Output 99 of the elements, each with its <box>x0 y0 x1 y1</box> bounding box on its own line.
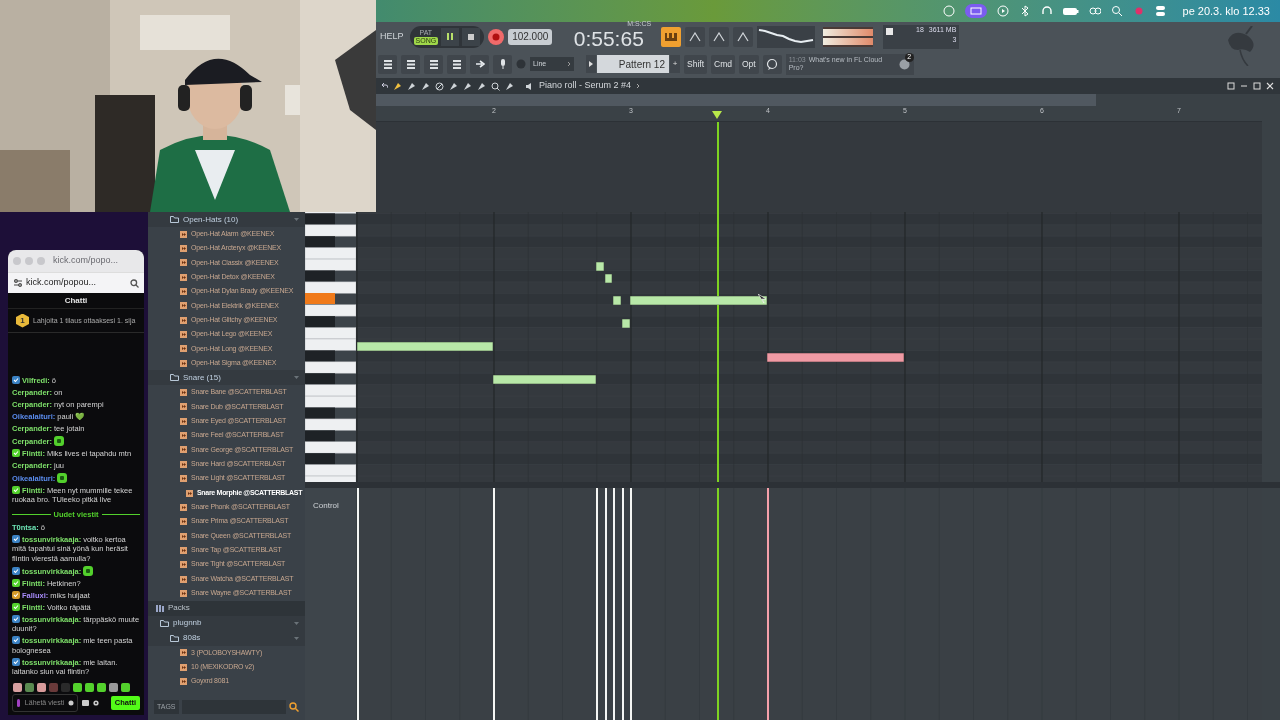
arrow-right-button[interactable] <box>470 54 489 74</box>
keyboard-icon <box>665 32 678 41</box>
maximize-icon[interactable] <box>1253 82 1261 90</box>
no-entry-icon[interactable] <box>435 81 444 91</box>
arrow-right-icon <box>474 59 485 69</box>
add-pattern-button[interactable]: + <box>670 55 680 73</box>
audio-file-icon <box>180 302 187 310</box>
oscilloscope-drawing <box>757 25 816 48</box>
tempo-field[interactable]: 102.000 <box>508 28 553 45</box>
chat-header: Chatti <box>64 294 88 307</box>
stop-button[interactable] <box>462 27 481 46</box>
timer-icon[interactable] <box>68 700 74 706</box>
audio-file-icon <box>180 503 187 511</box>
folder-row[interactable]: Snare (15) <box>148 370 305 386</box>
folder-icon <box>170 374 179 382</box>
pencil-icon[interactable] <box>393 81 402 91</box>
audio-file-icon <box>180 546 187 554</box>
chevron-right-icon <box>567 61 571 67</box>
headphones-icon[interactable] <box>1040 5 1053 17</box>
play-icon <box>589 61 593 67</box>
audio-file-icon <box>180 575 187 583</box>
audio-file-icon <box>180 359 187 367</box>
audio-file-icon <box>180 663 187 671</box>
typing-keyboard-button[interactable] <box>661 26 682 47</box>
cpu-indicator <box>886 27 894 35</box>
audio-file-icon <box>180 259 187 267</box>
close-icon[interactable] <box>1266 82 1274 90</box>
pattern-menu-button[interactable] <box>586 55 596 73</box>
folder-icon <box>170 216 179 223</box>
help-menu[interactable]: HELP <box>378 29 406 44</box>
microphone-icon <box>16 699 21 707</box>
search-icon[interactable] <box>130 278 139 288</box>
audio-file-icon <box>180 331 187 339</box>
playlist-icon <box>382 59 393 69</box>
audio-file-icon <box>180 417 187 425</box>
pause-icon <box>447 33 454 40</box>
play-icon[interactable] <box>996 5 1009 17</box>
rank-badge: 1 <box>16 313 29 328</box>
audio-file-icon <box>180 561 187 569</box>
audio-file-icon <box>180 432 187 440</box>
timeline-scrollbar[interactable] <box>376 94 1096 106</box>
pattern-selector[interactable]: Pattern 12 <box>597 55 669 73</box>
microphone-button[interactable] <box>493 54 512 74</box>
audio-file-icon <box>180 403 187 411</box>
volume-meter-drawing <box>823 26 874 47</box>
channel-rack-button[interactable] <box>401 54 420 74</box>
folder-row[interactable]: Open-Hats (10) <box>148 212 305 227</box>
library-icon <box>156 604 164 612</box>
settings-icon[interactable] <box>93 700 99 706</box>
audio-file-icon <box>180 389 187 397</box>
chat-bubble-icon <box>766 58 779 70</box>
record-button[interactable] <box>488 28 505 45</box>
audio-file-icon <box>180 677 187 685</box>
emote-icon <box>54 435 64 446</box>
clock: pe 20.3. klo 12.33 <box>1182 3 1270 19</box>
toggle-icon[interactable] <box>1154 5 1167 17</box>
pause-button[interactable] <box>441 27 460 46</box>
time-readout: 0:55:65 <box>573 27 644 50</box>
chat-bubble-button[interactable] <box>762 54 782 74</box>
zoom-icon[interactable] <box>491 81 500 91</box>
audio-file-icon <box>180 230 187 238</box>
modifier-key-button[interactable]: Opt <box>738 54 759 74</box>
audio-file-icon <box>180 518 187 526</box>
playhead-marker-icon <box>712 111 722 119</box>
search-icon[interactable] <box>289 702 299 712</box>
emote-icon <box>57 472 68 483</box>
piano-keyboard-drawing[interactable] <box>305 212 356 482</box>
audio-file-icon <box>180 475 187 483</box>
battery-icon[interactable] <box>1062 5 1079 17</box>
search-icon[interactable] <box>1110 5 1123 17</box>
audio-file-icon <box>180 316 187 324</box>
stop-icon <box>468 33 475 40</box>
link-icon[interactable] <box>1088 5 1101 17</box>
modifier-key-button[interactable]: Shift <box>684 54 707 74</box>
audio-file-icon <box>186 489 193 497</box>
mouse-cursor-icon <box>758 294 767 303</box>
chevron-right-icon <box>636 83 641 89</box>
globe-icon <box>898 59 910 70</box>
settings-icon[interactable] <box>13 278 23 288</box>
modifier-key-button[interactable]: Cmd <box>711 54 735 74</box>
undo-icon[interactable] <box>380 82 388 90</box>
audio-file-icon <box>180 589 187 597</box>
detach-icon[interactable] <box>1227 82 1235 90</box>
audio-file-icon <box>180 460 187 468</box>
audio-file-icon <box>180 345 187 353</box>
emote-icon <box>83 565 94 576</box>
audio-file-icon <box>180 273 187 281</box>
playlist-button[interactable] <box>378 54 397 74</box>
minimize-icon[interactable] <box>1240 82 1248 90</box>
audio-file-icon <box>180 532 187 540</box>
piano-roll-button[interactable] <box>424 54 443 74</box>
section-header[interactable]: Packs <box>148 600 305 616</box>
audio-file-icon <box>180 288 187 296</box>
piano-roll-title: Piano roll - Serum 2 #4 <box>539 79 632 93</box>
audio-file-icon <box>180 245 187 252</box>
mixer-button[interactable] <box>447 54 466 74</box>
control-label[interactable]: Control <box>313 501 339 510</box>
audio-file-icon <box>180 446 187 454</box>
audio-file-icon <box>180 649 187 657</box>
